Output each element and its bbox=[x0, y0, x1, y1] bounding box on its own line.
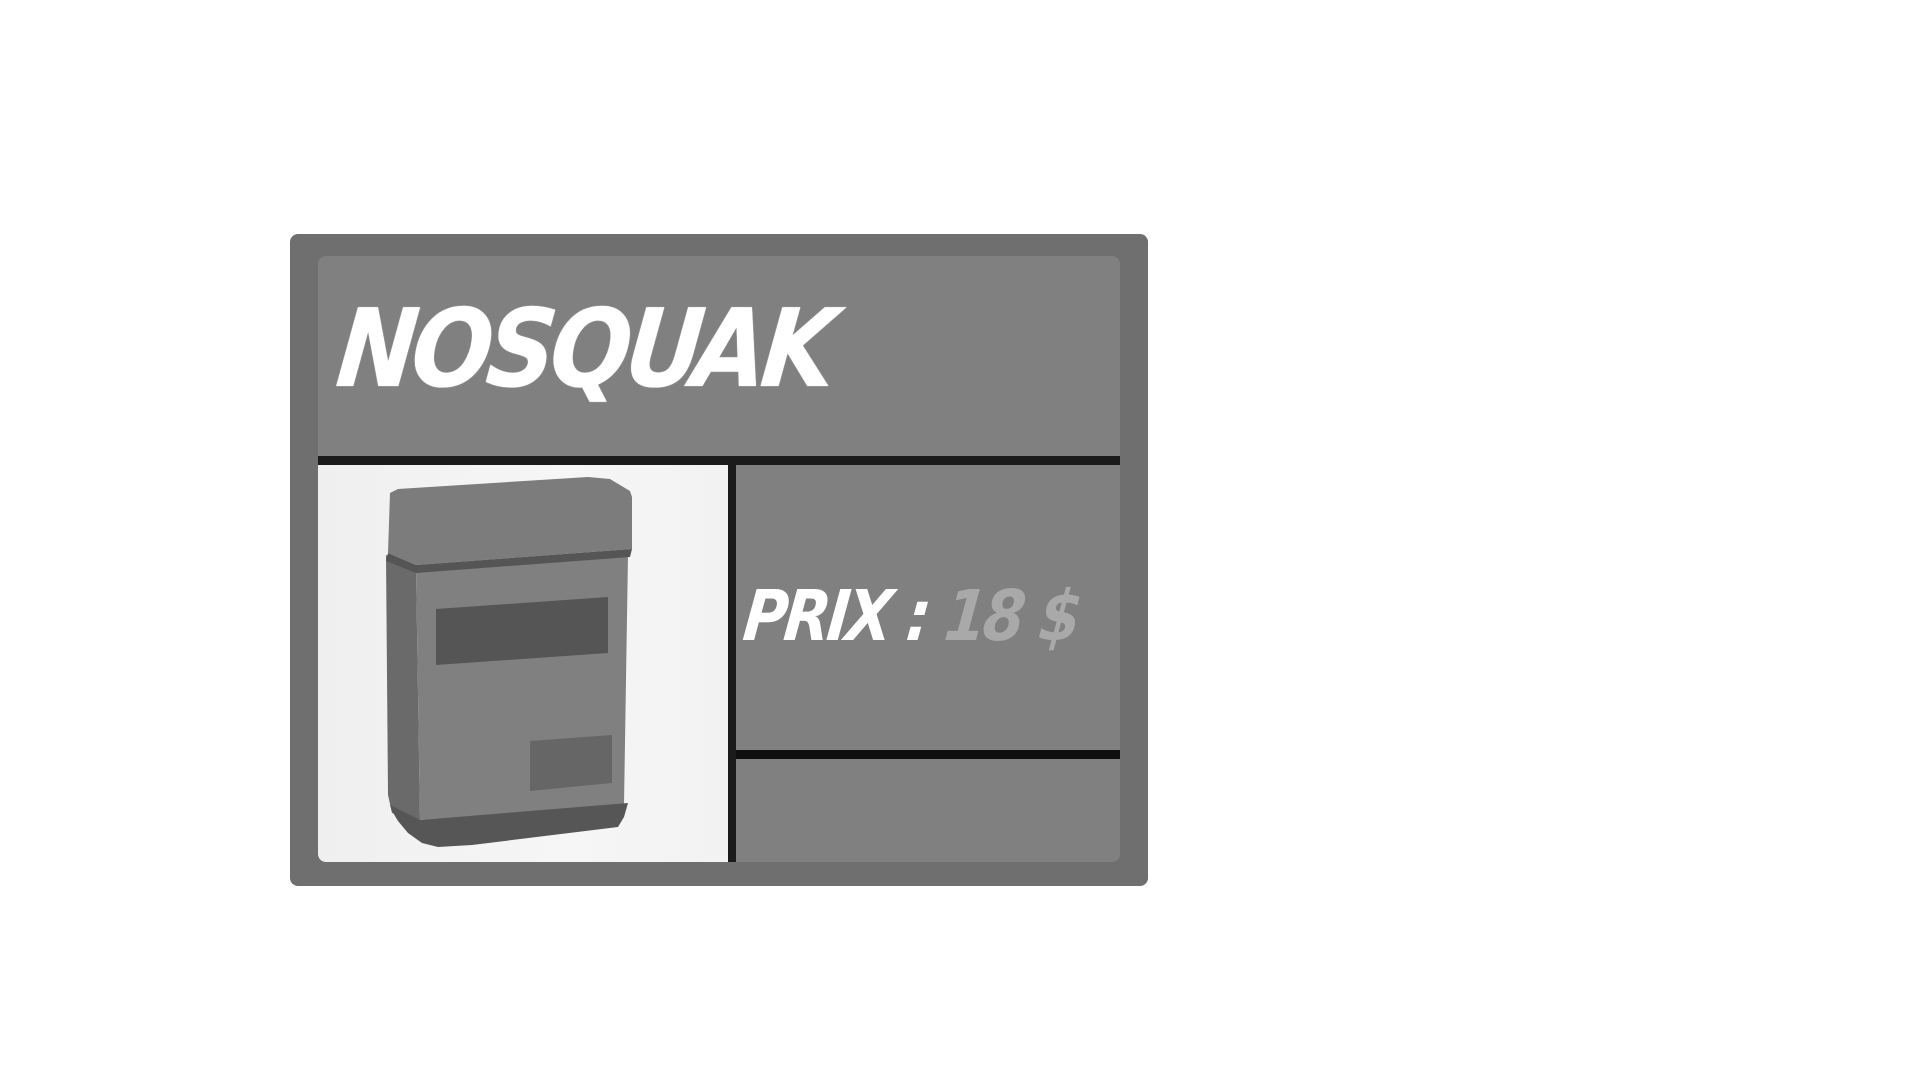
product-image-panel bbox=[318, 465, 728, 862]
price-text: PRIX : 18 $ bbox=[740, 575, 1083, 657]
product-box-icon bbox=[386, 477, 632, 847]
title-divider bbox=[318, 456, 1120, 465]
shop-item-card-inner: NOSQUAK PRIX: 18 $ bbox=[318, 256, 1120, 862]
price-panel: PRIX : 18 $ bbox=[736, 465, 1120, 750]
buy-area[interactable] bbox=[736, 759, 1120, 862]
price-label: PRIX : bbox=[739, 575, 950, 657]
price-divider bbox=[736, 750, 1120, 759]
panel-divider-vertical bbox=[728, 465, 736, 862]
shop-item-card[interactable]: NOSQUAK PRIX: 18 $ bbox=[290, 234, 1148, 886]
item-title: NOSQUAK bbox=[331, 287, 838, 412]
price-value: 18 $ bbox=[940, 575, 1083, 657]
game-screen: NOSQUAK PRIX: 18 $ bbox=[0, 0, 1920, 1080]
